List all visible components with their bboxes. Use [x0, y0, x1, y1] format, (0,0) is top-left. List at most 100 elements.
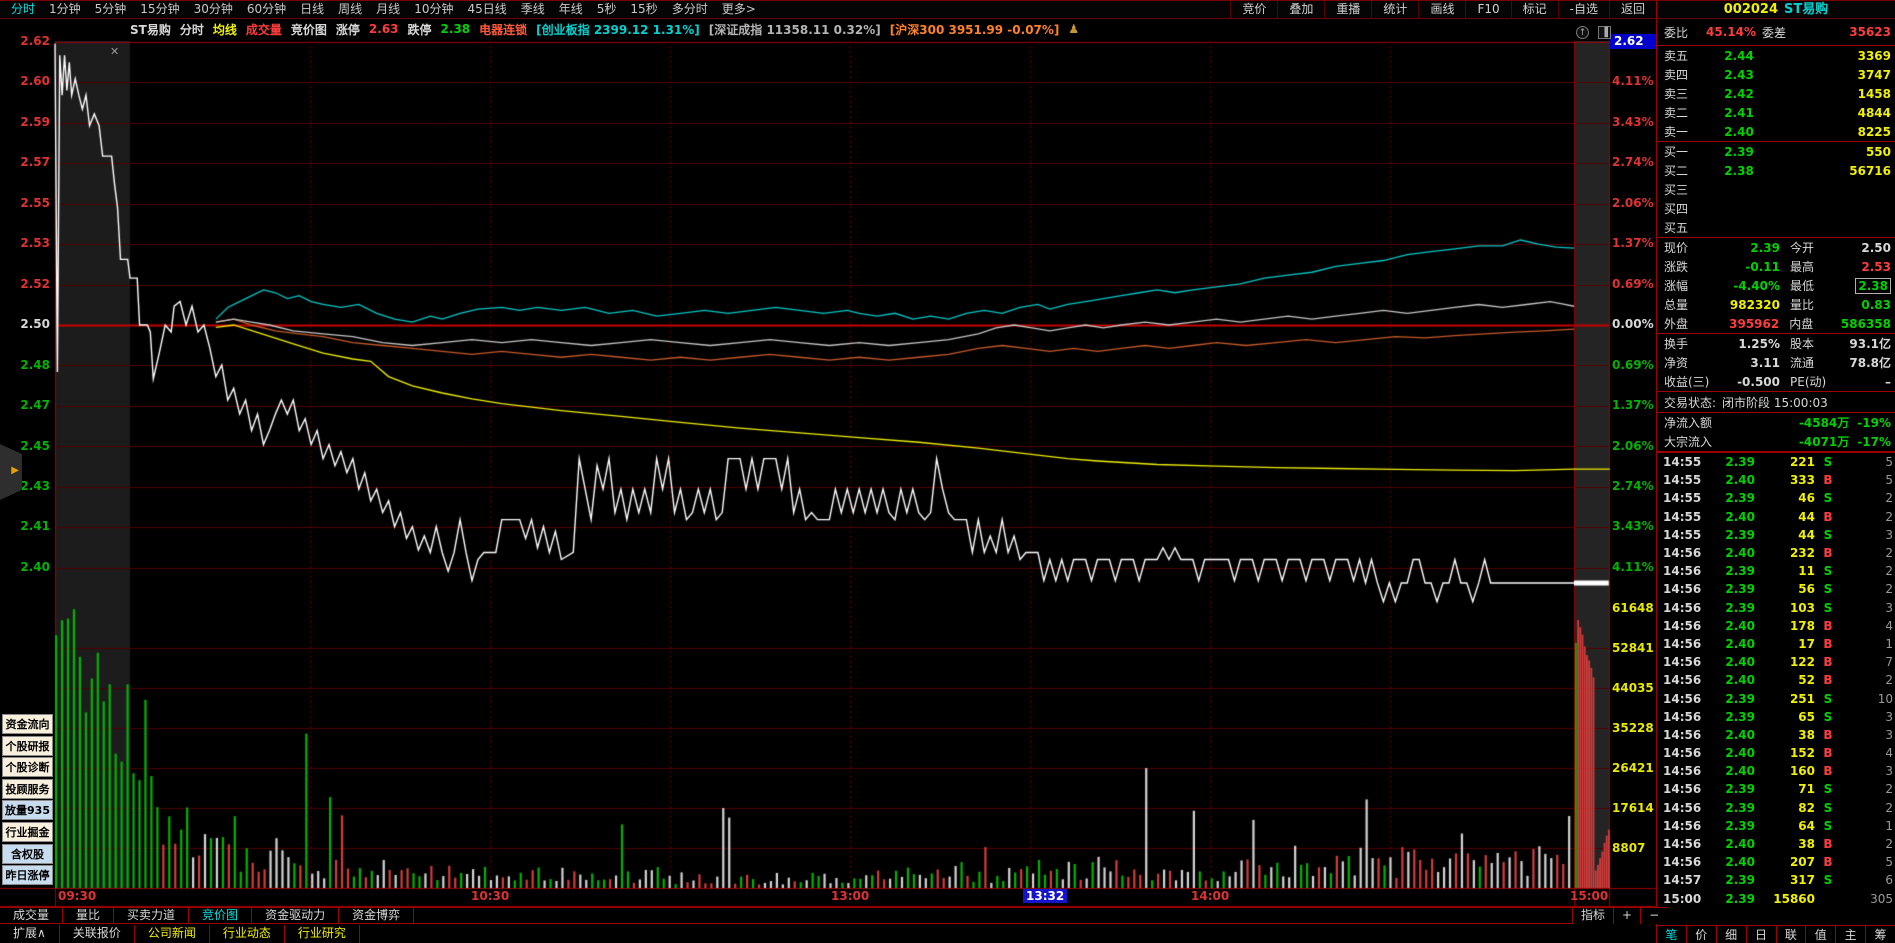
orderbook-row-卖三[interactable]: 卖三 2.42 1458 [1657, 84, 1895, 103]
orderbook-row-买一[interactable]: 买一 2.39 550 [1657, 142, 1895, 161]
bottom-tab-买卖力道[interactable]: 买卖力道 [114, 908, 190, 923]
timeshare-chart-canvas[interactable] [0, 41, 1656, 907]
trade-tab-联[interactable]: 联 [1777, 926, 1807, 943]
bottom-tab-竞价图[interactable]: 竞价图 [189, 908, 253, 923]
side-button-放量935[interactable]: 放量935 [2, 800, 53, 821]
tick-count: 3 [1885, 709, 1893, 724]
tick-side: B [1823, 727, 1833, 742]
orderbook-row-买二[interactable]: 买二 2.38 56716 [1657, 161, 1895, 180]
orderbook-row-卖一[interactable]: 卖一 2.40 8225 [1657, 122, 1895, 141]
quote-value-inner: 0.83 [1861, 297, 1891, 312]
trade-tab-价[interactable]: 价 [1687, 926, 1717, 943]
side-button-投顾服务[interactable]: 投顾服务 [2, 778, 53, 799]
period-tab-10分钟[interactable]: 10分钟 [407, 1, 460, 18]
close-overlay-icon[interactable]: ✕ [110, 45, 119, 58]
info-bar: ST易购 分时 均线 成交量 竞价图 涨停 2.63 跌停 2.38 电器连锁 [创业板指 2399… [0, 19, 1656, 39]
info-segment[interactable]: [创业板指 2399.12 1.31%] [536, 21, 700, 38]
info-segment[interactable]: [沪深300 3951.99 -0.07%] [890, 21, 1060, 38]
period-tab-周线[interactable]: 周线 [331, 1, 369, 18]
period-tab-日线[interactable]: 日线 [293, 1, 331, 18]
info-segment[interactable]: 均线 [213, 21, 237, 38]
orderbook-price: 2.42 [1724, 86, 1754, 101]
orderbook-row-卖四[interactable]: 卖四 2.43 3747 [1657, 65, 1895, 84]
zoom-out-button[interactable]: − [1640, 908, 1668, 924]
tick-time: 14:55 [1663, 509, 1702, 524]
info-segment[interactable]: 竞价图 [291, 21, 327, 38]
tick-time: 14:56 [1663, 764, 1702, 779]
period-tab-15秒[interactable]: 15秒 [623, 1, 664, 18]
tick-volume: 160 [1789, 764, 1815, 779]
period-tab-多分时[interactable]: 多分时 [665, 1, 715, 18]
orderbook-row-买五[interactable]: 买五 [1657, 218, 1895, 237]
trade-tab-筹[interactable]: 筹 [1866, 926, 1895, 943]
trade-tab-主[interactable]: 主 [1836, 926, 1867, 943]
info-segment[interactable]: 电器连锁 [479, 21, 527, 38]
tick-side: S [1823, 691, 1833, 706]
side-button-资金流向[interactable]: 资金流向 [2, 714, 53, 734]
period-tab-15分钟[interactable]: 15分钟 [133, 1, 186, 18]
period-tab-分时[interactable]: 分时 [4, 1, 42, 18]
bottom-tab-行业研究[interactable]: 行业研究 [285, 925, 360, 943]
info-segment[interactable]: 成交量 [246, 21, 282, 38]
period-tab-年线[interactable]: 年线 [552, 1, 590, 18]
orderbook-row-卖五[interactable]: 卖五 2.44 3369 [1657, 46, 1895, 65]
toolbar-button-统计[interactable]: 统计 [1371, 1, 1418, 18]
toolbar-button--自选[interactable]: -自选 [1557, 1, 1609, 18]
quote-label: 现价 [1664, 241, 1689, 255]
bottom-tab-成交量[interactable]: 成交量 [0, 908, 64, 923]
info-segment: 2.63 [368, 22, 399, 36]
trade-tab-值[interactable]: 值 [1806, 926, 1837, 943]
side-button-昨日涨停[interactable]: 昨日涨停 [2, 865, 53, 886]
indicator-button[interactable]: 指标 [1572, 908, 1614, 924]
bottom-tab-行业动态[interactable]: 行业动态 [210, 925, 285, 943]
period-tab-30分钟[interactable]: 30分钟 [187, 1, 240, 18]
zoom-in-button[interactable]: + [1613, 908, 1641, 924]
tick-price: 2.40 [1725, 546, 1755, 561]
trade-tab-笔[interactable]: 笔 [1657, 926, 1687, 943]
tick-count: 2 [1885, 673, 1893, 688]
period-tab-60分钟[interactable]: 60分钟 [240, 1, 293, 18]
tick-volume: 64 [1798, 818, 1815, 833]
bottom-tab-量比[interactable]: 量比 [63, 908, 115, 923]
bottom-tab-公司新闻[interactable]: 公司新闻 [135, 925, 210, 943]
toolbar-button-竞价[interactable]: 竞价 [1230, 1, 1277, 18]
orderbook-row-买三[interactable]: 买三 [1657, 180, 1895, 199]
period-tab-月线[interactable]: 月线 [369, 1, 407, 18]
bottom-tab-资金博弈[interactable]: 资金博弈 [339, 908, 415, 923]
period-tab-5分钟[interactable]: 5分钟 [88, 1, 134, 18]
toolbar-button-标记[interactable]: 标记 [1510, 1, 1558, 18]
orderbook-row-买四[interactable]: 买四 [1657, 199, 1895, 218]
period-tab-季线[interactable]: 季线 [514, 1, 552, 18]
period-tab-45日线[interactable]: 45日线 [460, 1, 513, 18]
tick-volume: 46 [1798, 491, 1815, 506]
orderbook-row-卖二[interactable]: 卖二 2.41 4844 [1657, 103, 1895, 122]
toolbar-button-重播[interactable]: 重播 [1324, 1, 1371, 18]
quote-value-inner: 93.1亿 [1849, 337, 1891, 351]
bottom-tab-资金驱动力[interactable]: 资金驱动力 [252, 908, 340, 923]
toolbar-button-叠加[interactable]: 叠加 [1277, 1, 1324, 18]
tick-side: S [1823, 564, 1833, 579]
trade-tab-细[interactable]: 细 [1717, 926, 1747, 943]
bottom-tab-扩展∧[interactable]: 扩展∧ [0, 925, 60, 943]
toolbar-button-画线[interactable]: 画线 [1418, 1, 1465, 18]
side-button-行业掘金[interactable]: 行业掘金 [2, 822, 53, 842]
side-button-含权股[interactable]: 含权股 [2, 843, 53, 864]
period-tab-更多>[interactable]: 更多> [715, 1, 763, 18]
quote-value: 0.83 [1842, 298, 1895, 312]
pin-icon[interactable]: ♟ [1068, 22, 1079, 36]
info-segment[interactable]: [深证成指 11358.11 0.32%] [709, 21, 881, 38]
period-tab-1分钟[interactable]: 1分钟 [42, 1, 88, 18]
bottom-tab-关联报价[interactable]: 关联报价 [60, 925, 135, 943]
side-button-个股诊断[interactable]: 个股诊断 [2, 757, 53, 778]
side-button-个股研报[interactable]: 个股研报 [2, 735, 53, 756]
trade-tab-日[interactable]: 日 [1747, 926, 1777, 943]
toolbar-button-F10[interactable]: F10 [1465, 1, 1510, 18]
period-tab-5秒[interactable]: 5秒 [590, 1, 624, 18]
split-panel-icon[interactable]: ▐ [1598, 26, 1611, 39]
scroll-up-icon[interactable]: ↑ [1576, 26, 1589, 39]
tick-volume: 71 [1798, 782, 1815, 797]
tick-price: 2.40 [1725, 655, 1755, 670]
tick-count: 1 [1885, 818, 1893, 833]
trade-tick-list[interactable]: 14:55 2.39 221 S 5 14:55 2.40 333 B 5 14:55 2.39 46 S… [1657, 453, 1895, 908]
toolbar-button-返回[interactable]: 返回 [1608, 1, 1656, 18]
